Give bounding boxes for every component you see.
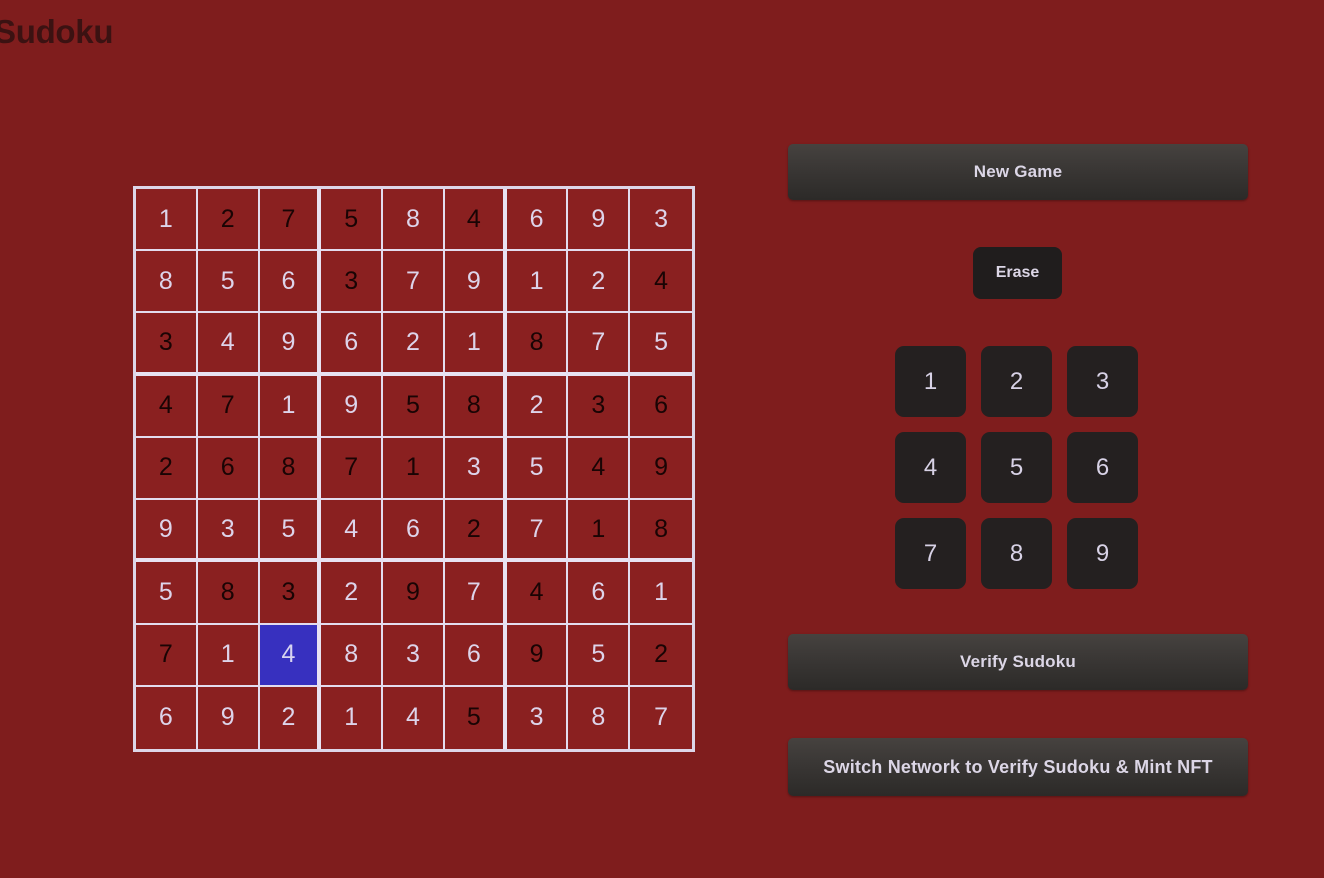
sudoku-cell-r3c4[interactable]: 6 bbox=[321, 313, 384, 376]
sudoku-cell-r6c2[interactable]: 3 bbox=[197, 500, 260, 563]
sudoku-cell-r8c6[interactable]: 6 bbox=[444, 624, 507, 687]
sudoku-cell-r2c8[interactable]: 2 bbox=[568, 251, 631, 314]
sudoku-cell-r4c7[interactable]: 2 bbox=[506, 375, 569, 438]
sudoku-cell-r9c9[interactable]: 7 bbox=[630, 686, 692, 749]
sudoku-cell-r4c6[interactable]: 8 bbox=[444, 375, 507, 438]
sudoku-grid: 1275846938563791243496218754719582362687… bbox=[136, 189, 692, 749]
sudoku-cell-r7c5[interactable]: 9 bbox=[383, 562, 445, 625]
sudoku-cell-r3c5[interactable]: 2 bbox=[383, 313, 445, 376]
sudoku-cell-r3c6[interactable]: 1 bbox=[444, 313, 507, 376]
numpad-key-5[interactable]: 5 bbox=[981, 432, 1052, 503]
sudoku-cell-r8c8[interactable]: 5 bbox=[568, 624, 631, 687]
sudoku-cell-r9c5[interactable]: 4 bbox=[383, 686, 445, 749]
sudoku-cell-r3c2[interactable]: 4 bbox=[197, 313, 260, 376]
sudoku-cell-r9c8[interactable]: 8 bbox=[568, 686, 631, 749]
sudoku-cell-r8c1[interactable]: 7 bbox=[136, 624, 198, 687]
sudoku-cell-r4c2[interactable]: 7 bbox=[197, 375, 260, 438]
sudoku-cell-r5c4[interactable]: 7 bbox=[321, 437, 384, 501]
sudoku-cell-r4c1[interactable]: 4 bbox=[136, 375, 198, 438]
sudoku-cell-r8c2[interactable]: 1 bbox=[197, 624, 260, 687]
sudoku-cell-r3c7[interactable]: 8 bbox=[506, 313, 569, 376]
sudoku-cell-r2c2[interactable]: 5 bbox=[197, 251, 260, 314]
sudoku-cell-r2c3[interactable]: 6 bbox=[259, 251, 322, 314]
sudoku-cell-r5c8[interactable]: 4 bbox=[568, 437, 631, 501]
sudoku-cell-r7c1[interactable]: 5 bbox=[136, 562, 198, 625]
sudoku-cell-r9c2[interactable]: 9 bbox=[197, 686, 260, 749]
numpad-key-2[interactable]: 2 bbox=[981, 346, 1052, 417]
page-title: Sudoku bbox=[0, 13, 114, 50]
sudoku-cell-r6c9[interactable]: 8 bbox=[630, 500, 692, 563]
sudoku-cell-r3c8[interactable]: 7 bbox=[568, 313, 631, 376]
sudoku-cell-r6c1[interactable]: 9 bbox=[136, 500, 198, 563]
sudoku-cell-r7c6[interactable]: 7 bbox=[444, 562, 507, 625]
sudoku-cell-r5c2[interactable]: 6 bbox=[197, 437, 260, 501]
number-pad: 123 456 789 bbox=[895, 346, 1140, 589]
sudoku-cell-r1c4[interactable]: 5 bbox=[321, 189, 384, 252]
sudoku-cell-r6c3[interactable]: 5 bbox=[259, 500, 322, 563]
sudoku-cell-r5c1[interactable]: 2 bbox=[136, 437, 198, 501]
sudoku-cell-r5c6[interactable]: 3 bbox=[444, 437, 507, 501]
sudoku-cell-r1c7[interactable]: 6 bbox=[506, 189, 569, 252]
sudoku-cell-r2c1[interactable]: 8 bbox=[136, 251, 198, 314]
sudoku-cell-r7c2[interactable]: 8 bbox=[197, 562, 260, 625]
sudoku-cell-r4c8[interactable]: 3 bbox=[568, 375, 631, 438]
sudoku-cell-r1c1[interactable]: 1 bbox=[136, 189, 198, 252]
sudoku-cell-r1c9[interactable]: 3 bbox=[630, 189, 692, 252]
sudoku-board: 1275846938563791243496218754719582362687… bbox=[133, 186, 695, 752]
sudoku-cell-r3c9[interactable]: 5 bbox=[630, 313, 692, 376]
numpad-key-1[interactable]: 1 bbox=[895, 346, 966, 417]
sudoku-cell-r6c7[interactable]: 7 bbox=[506, 500, 569, 563]
switch-network-mint-nft-button[interactable]: Switch Network to Verify Sudoku & Mint N… bbox=[788, 738, 1248, 796]
sudoku-cell-r7c8[interactable]: 6 bbox=[568, 562, 631, 625]
sudoku-cell-r7c4[interactable]: 2 bbox=[321, 562, 384, 625]
sudoku-cell-r8c4[interactable]: 8 bbox=[321, 624, 384, 687]
sudoku-cell-r4c5[interactable]: 5 bbox=[383, 375, 445, 438]
sudoku-cell-r3c1[interactable]: 3 bbox=[136, 313, 198, 376]
numpad-key-6[interactable]: 6 bbox=[1067, 432, 1138, 503]
sudoku-cell-r6c6[interactable]: 2 bbox=[444, 500, 507, 563]
sudoku-cell-r5c9[interactable]: 9 bbox=[630, 437, 692, 501]
numpad-key-7[interactable]: 7 bbox=[895, 518, 966, 589]
sudoku-cell-r4c9[interactable]: 6 bbox=[630, 375, 692, 438]
sudoku-cell-r8c5[interactable]: 3 bbox=[383, 624, 445, 687]
sudoku-cell-r3c3[interactable]: 9 bbox=[259, 313, 322, 376]
sudoku-cell-r9c6[interactable]: 5 bbox=[444, 686, 507, 749]
sudoku-cell-r1c3[interactable]: 7 bbox=[259, 189, 322, 252]
sudoku-cell-r1c6[interactable]: 4 bbox=[444, 189, 507, 252]
numpad-key-9[interactable]: 9 bbox=[1067, 518, 1138, 589]
sudoku-cell-r8c3[interactable]: 4 bbox=[259, 624, 322, 687]
sudoku-cell-r9c1[interactable]: 6 bbox=[136, 686, 198, 749]
sudoku-cell-r2c6[interactable]: 9 bbox=[444, 251, 507, 314]
sudoku-cell-r2c7[interactable]: 1 bbox=[506, 251, 569, 314]
erase-button[interactable]: Erase bbox=[973, 247, 1062, 299]
sudoku-cell-r1c8[interactable]: 9 bbox=[568, 189, 631, 252]
sudoku-cell-r7c7[interactable]: 4 bbox=[506, 562, 569, 625]
sudoku-cell-r2c5[interactable]: 7 bbox=[383, 251, 445, 314]
sudoku-cell-r1c2[interactable]: 2 bbox=[197, 189, 260, 252]
numpad-key-4[interactable]: 4 bbox=[895, 432, 966, 503]
sudoku-cell-r5c3[interactable]: 8 bbox=[259, 437, 322, 501]
numpad-key-3[interactable]: 3 bbox=[1067, 346, 1138, 417]
sudoku-cell-r2c9[interactable]: 4 bbox=[630, 251, 692, 314]
sudoku-cell-r2c4[interactable]: 3 bbox=[321, 251, 384, 314]
sudoku-cell-r5c5[interactable]: 1 bbox=[383, 437, 445, 501]
sudoku-cell-r8c7[interactable]: 9 bbox=[506, 624, 569, 687]
sudoku-cell-r4c4[interactable]: 9 bbox=[321, 375, 384, 438]
sudoku-cell-r7c9[interactable]: 1 bbox=[630, 562, 692, 625]
sudoku-cell-r9c3[interactable]: 2 bbox=[259, 686, 322, 749]
sudoku-cell-r8c9[interactable]: 2 bbox=[630, 624, 692, 687]
new-game-button[interactable]: New Game bbox=[788, 144, 1248, 200]
verify-sudoku-button[interactable]: Verify Sudoku bbox=[788, 634, 1248, 690]
sudoku-cell-r1c5[interactable]: 8 bbox=[383, 189, 445, 252]
sudoku-cell-r9c7[interactable]: 3 bbox=[506, 686, 569, 749]
sudoku-cell-r7c3[interactable]: 3 bbox=[259, 562, 322, 625]
sudoku-cell-r9c4[interactable]: 1 bbox=[321, 686, 384, 749]
sudoku-cell-r6c8[interactable]: 1 bbox=[568, 500, 631, 563]
sudoku-cell-r6c4[interactable]: 4 bbox=[321, 500, 384, 563]
sudoku-cell-r4c3[interactable]: 1 bbox=[259, 375, 322, 438]
numpad-key-8[interactable]: 8 bbox=[981, 518, 1052, 589]
sudoku-cell-r6c5[interactable]: 6 bbox=[383, 500, 445, 563]
sudoku-cell-r5c7[interactable]: 5 bbox=[506, 437, 569, 501]
